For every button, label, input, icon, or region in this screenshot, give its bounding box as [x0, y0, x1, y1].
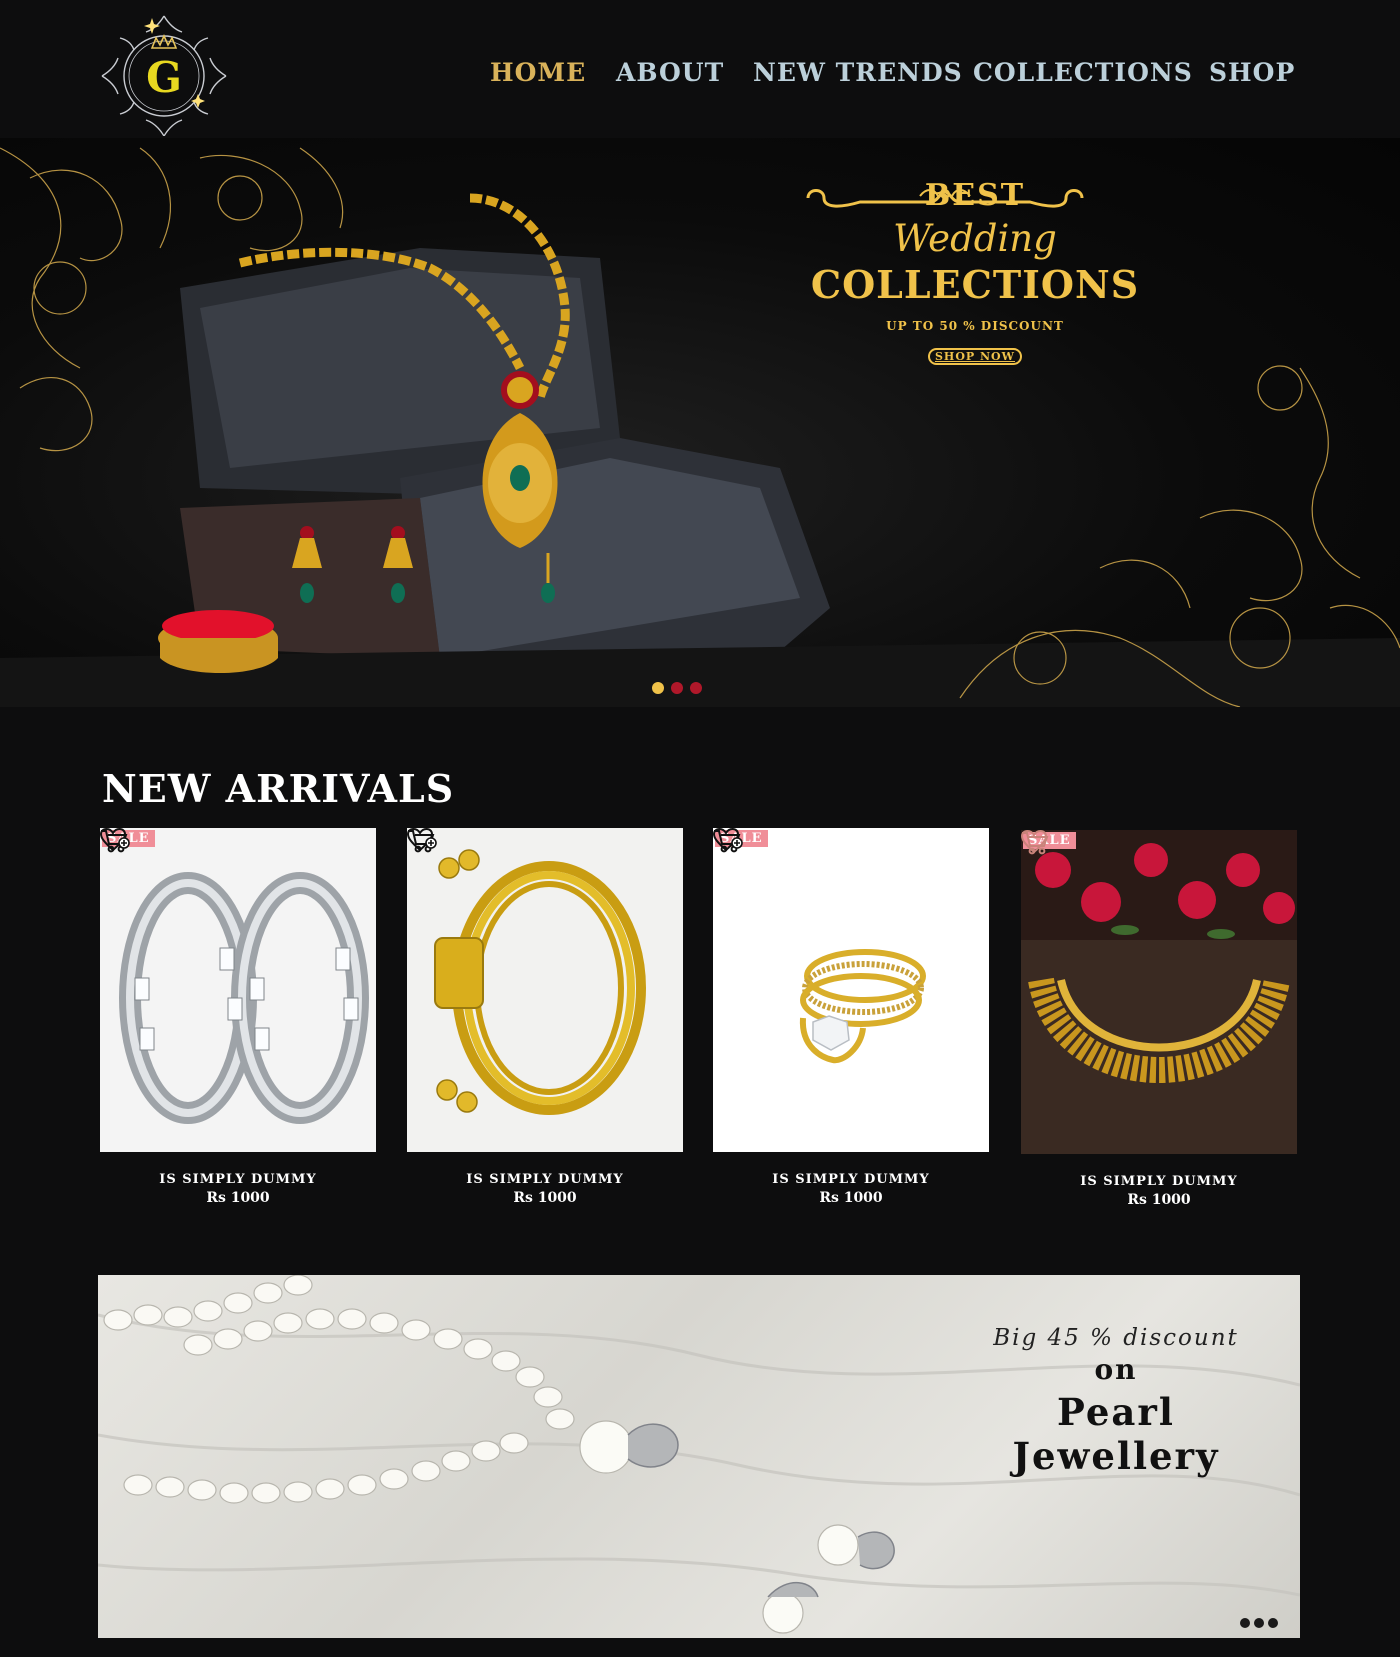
product-card[interactable]: SALE IS SIMPLY DUMMY Rs 1000	[713, 828, 989, 1206]
banner-dot-1[interactable]	[1240, 1618, 1250, 1628]
pearl-on-text: on	[1094, 1353, 1138, 1386]
product-card[interactable]: SALE IS SIMPLY DUMMY Rs 1000	[1021, 830, 1297, 1208]
nav-new-trends[interactable]: NEW TRENDS	[753, 58, 963, 87]
product-image[interactable]: SALE	[100, 828, 376, 1152]
product-image[interactable]: SALE	[713, 828, 989, 1152]
hero-image	[0, 147, 1400, 707]
product-price: Rs 1000	[513, 1190, 577, 1206]
new-arrivals-title: NEW ARRIVALS	[102, 766, 455, 811]
add-to-cart-icon[interactable]	[407, 828, 437, 854]
product-name[interactable]: IS SIMPLY DUMMY	[713, 1172, 989, 1187]
product-name[interactable]: IS SIMPLY DUMMY	[407, 1172, 683, 1187]
slide-dot-2[interactable]	[671, 682, 683, 694]
pearl-banner-caption: Big 45 % discount on Pearl Jewellery	[956, 1325, 1276, 1478]
main-nav: HOME ABOUT NEW TRENDS COLLECTIONS SHOP	[0, 58, 1400, 98]
add-to-cart-icon[interactable]	[100, 828, 130, 854]
banner-dot-3[interactable]	[1268, 1618, 1278, 1628]
hero-slider: BEST Wedding COLLECTIONS UP TO 50 % DISC…	[0, 138, 1400, 707]
product-name[interactable]: IS SIMPLY DUMMY	[100, 1172, 376, 1187]
product-price: Rs 1000	[206, 1190, 270, 1206]
pearl-title: Pearl Jewellery	[1012, 1390, 1220, 1478]
banner-dot-2[interactable]	[1254, 1618, 1264, 1628]
shop-now-button[interactable]: SHOP NOW	[927, 348, 1022, 365]
hero-title-collections: COLLECTIONS	[810, 262, 1140, 307]
hero-discount-text: UP TO 50 % DISCOUNT	[886, 319, 1064, 333]
nav-home[interactable]: HOME	[490, 58, 586, 87]
product-price: Rs 1000	[1127, 1192, 1191, 1208]
add-to-cart-icon[interactable]	[1021, 830, 1051, 856]
pearl-promo-banner[interactable]: Big 45 % discount on Pearl Jewellery	[98, 1275, 1300, 1638]
ornament-divider	[806, 189, 1084, 208]
nav-collections[interactable]: COLLECTIONS	[973, 58, 1193, 87]
product-card[interactable]: IS SIMPLY DUMMY Rs 1000	[407, 828, 683, 1206]
product-image[interactable]: SALE	[1021, 830, 1297, 1154]
add-to-cart-icon[interactable]	[713, 828, 743, 854]
slide-dot-1[interactable]	[652, 682, 664, 694]
slide-dot-3[interactable]	[690, 682, 702, 694]
product-price: Rs 1000	[819, 1190, 883, 1206]
product-name[interactable]: IS SIMPLY DUMMY	[1021, 1174, 1297, 1189]
nav-shop[interactable]: SHOP	[1209, 58, 1295, 87]
banner-pagination	[1240, 1618, 1284, 1630]
site-header: G HOME ABOUT NEW TRENDS COLLECTIONS SHOP	[0, 0, 1400, 138]
pearl-discount-text: Big 45 % discount	[993, 1325, 1239, 1351]
hero-title-wedding: Wedding	[893, 217, 1057, 260]
product-card[interactable]: SALE IS SIMPLY DUMMY Rs 1000	[100, 828, 376, 1206]
nav-about[interactable]: ABOUT	[616, 58, 724, 87]
product-image[interactable]	[407, 828, 683, 1152]
hero-caption: BEST Wedding COLLECTIONS UP TO 50 % DISC…	[800, 178, 1150, 365]
